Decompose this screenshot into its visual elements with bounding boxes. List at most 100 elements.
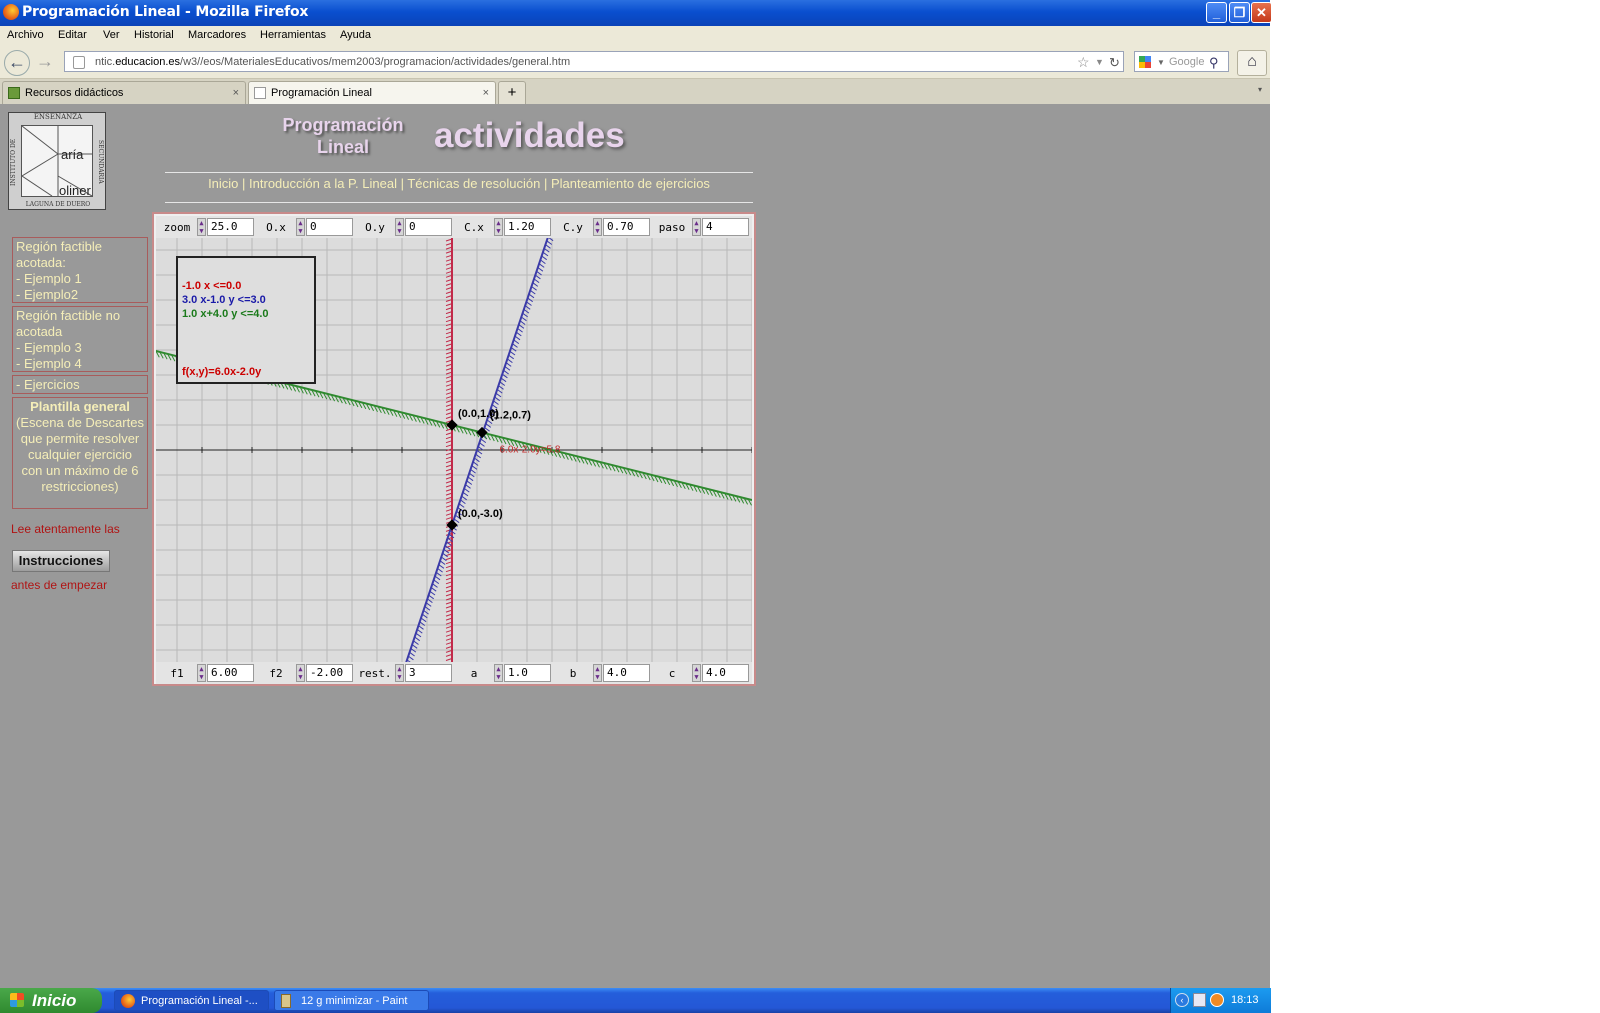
sidebar-item-ejemplo-4[interactable]: - Ejemplo 4 bbox=[16, 356, 144, 372]
nav-link-tecnicas[interactable]: Técnicas de resolución bbox=[407, 176, 540, 191]
sidebar-item-ejemplo-3[interactable]: - Ejemplo 3 bbox=[16, 340, 144, 356]
spinner-arrows-icon[interactable]: ▲ ▼ bbox=[395, 664, 404, 682]
control-c[interactable]: c ▲ ▼ 4.0 bbox=[651, 664, 749, 682]
sidebar-item-ejemplo-1[interactable]: - Ejemplo 1 bbox=[16, 271, 144, 287]
spinner-arrows-icon[interactable]: ▲ ▼ bbox=[197, 218, 206, 236]
tab-close-icon[interactable]: × bbox=[483, 82, 489, 104]
control-label: a bbox=[470, 667, 478, 680]
spinner-arrows-icon[interactable]: ▲ ▼ bbox=[494, 218, 503, 236]
paint-icon bbox=[281, 994, 291, 1008]
control-a[interactable]: a ▲ ▼ 1.0 bbox=[453, 664, 551, 682]
new-tab-plus-icon[interactable]: + bbox=[498, 81, 526, 104]
tray-app-icon[interactable] bbox=[1210, 993, 1224, 1007]
instructions-button[interactable]: Instrucciones bbox=[12, 550, 110, 572]
control-value-field[interactable]: 6.00 bbox=[207, 664, 254, 682]
dropdown-arrow-icon[interactable]: ▼ bbox=[1095, 52, 1104, 73]
restore-button[interactable]: ❐ bbox=[1229, 2, 1250, 23]
control-value-field[interactable]: 3 bbox=[405, 664, 452, 682]
control-origin-y[interactable]: O.y ▲ ▼ 0 bbox=[354, 218, 452, 236]
tray-clock: 18:13 bbox=[1231, 994, 1259, 1006]
control-value-field[interactable]: 0.70 bbox=[603, 218, 650, 236]
spinner-arrows-icon[interactable]: ▲ ▼ bbox=[197, 664, 206, 682]
control-value-field[interactable]: -2.00 bbox=[306, 664, 353, 682]
spinner-arrows-icon[interactable]: ▲ ▼ bbox=[593, 664, 602, 682]
control-paso[interactable]: paso ▲ ▼ 4 bbox=[651, 218, 749, 236]
control-f1[interactable]: f1 ▲ ▼ 6.00 bbox=[156, 664, 254, 682]
control-f2[interactable]: f2 ▲ ▼ -2.00 bbox=[255, 664, 353, 682]
tray-expand-chevron-icon[interactable]: ‹ bbox=[1175, 993, 1189, 1007]
nav-link-inicio[interactable]: Inicio bbox=[208, 176, 238, 191]
control-label: f2 bbox=[269, 667, 283, 680]
logo-word-aria: aría bbox=[61, 147, 84, 162]
minimize-button[interactable]: _ bbox=[1206, 2, 1227, 23]
control-c-x[interactable]: C.x ▲ ▼ 1.20 bbox=[453, 218, 551, 236]
close-button[interactable]: ✕ bbox=[1251, 2, 1272, 23]
home-icon[interactable]: ⌂ bbox=[1237, 50, 1267, 76]
spinner-arrows-icon[interactable]: ▲ ▼ bbox=[395, 218, 404, 236]
menu-ver[interactable]: Ver bbox=[103, 29, 120, 41]
menu-ayuda[interactable]: Ayuda bbox=[340, 29, 371, 41]
control-value-field[interactable]: 4.0 bbox=[603, 664, 650, 682]
sidebar-item-ejercicios[interactable]: - Ejercicios bbox=[12, 375, 148, 394]
control-value-field[interactable]: 0 bbox=[405, 218, 452, 236]
control-value-field[interactable]: 25.0 bbox=[207, 218, 254, 236]
control-b[interactable]: b ▲ ▼ 4.0 bbox=[552, 664, 650, 682]
spinner-arrows-icon[interactable]: ▲ ▼ bbox=[296, 218, 305, 236]
vertex-label: (1.2,0.7) bbox=[490, 410, 531, 422]
start-button[interactable]: Inicio bbox=[0, 988, 102, 1013]
bookmark-star-icon[interactable]: ☆ bbox=[1077, 52, 1090, 73]
control-value-field[interactable]: 0 bbox=[306, 218, 353, 236]
search-magnifier-icon[interactable]: ⚲ bbox=[1209, 52, 1219, 73]
page-icon bbox=[73, 56, 85, 69]
reload-icon[interactable]: ↻ bbox=[1109, 52, 1120, 73]
graph-area[interactable]: (0.0,1.0) (1.2,0.7) (0.0,-3.0) 6.0x-2.0y=5.… bbox=[151, 234, 756, 672]
control-value-field[interactable]: 4.0 bbox=[702, 664, 749, 682]
spinner-arrows-icon[interactable]: ▲ ▼ bbox=[692, 218, 701, 236]
control-value-field[interactable]: 1.20 bbox=[504, 218, 551, 236]
address-bar[interactable]: ntic.educacion.es/w3//eos/MaterialesEduc… bbox=[64, 51, 1124, 72]
taskbar-item-paint[interactable]: 12 g minimizar - Paint bbox=[274, 990, 429, 1011]
menu-editar[interactable]: Editar bbox=[58, 29, 87, 41]
spinner-arrows-icon[interactable]: ▲ ▼ bbox=[593, 218, 602, 236]
menu-herramientas[interactable]: Herramientas bbox=[260, 29, 326, 41]
sidebar-item-ejemplo-2[interactable]: - Ejemplo2 bbox=[16, 287, 144, 303]
control-c-y[interactable]: C.y ▲ ▼ 0.70 bbox=[552, 218, 650, 236]
tab-list-chevron-down-icon[interactable]: ▾ bbox=[1258, 85, 1262, 94]
back-arrow-icon[interactable]: ← bbox=[4, 50, 30, 76]
address-url: ntic.educacion.es/w3//eos/MaterialesEduc… bbox=[95, 56, 571, 68]
tab-recursos-didacticos[interactable]: Recursos didácticos × bbox=[2, 81, 246, 104]
nav-link-introduccion[interactable]: Introducción a la P. Lineal bbox=[249, 176, 397, 191]
spinner-arrows-icon[interactable]: ▲ ▼ bbox=[296, 664, 305, 682]
menu-archivo[interactable]: Archivo bbox=[7, 29, 44, 41]
restrictions-info-box: -1.0 x <=0.0 3.0 x-1.0 y <=3.0 1.0 x+4.0… bbox=[176, 256, 316, 384]
header-subtitle-line1: Programación bbox=[282, 115, 404, 135]
descartes-applet: zoom ▲ ▼ 25.0 O.x ▲ ▼ 0 O.y ▲ ▼ 0 C.x ▲ ▼ bbox=[151, 212, 756, 686]
tab-close-icon[interactable]: × bbox=[233, 82, 239, 104]
control-value-field[interactable]: 4 bbox=[702, 218, 749, 236]
control-origin-x[interactable]: O.x ▲ ▼ 0 bbox=[255, 218, 353, 236]
search-engine-dropdown-icon[interactable]: ▼ bbox=[1157, 52, 1165, 73]
control-zoom[interactable]: zoom ▲ ▼ 25.0 bbox=[156, 218, 254, 236]
control-restricciones[interactable]: rest. ▲ ▼ 3 bbox=[354, 664, 452, 682]
taskbar-item-label: Programación Lineal -... bbox=[141, 995, 258, 1007]
spinner-arrows-icon[interactable]: ▲ ▼ bbox=[494, 664, 503, 682]
window-title-bar[interactable]: Programación Lineal - Mozilla Firefox _ … bbox=[0, 0, 1272, 26]
sidebar-item-plantilla-general[interactable]: Plantilla general (Escena de Descartes q… bbox=[12, 397, 148, 509]
menu-historial[interactable]: Historial bbox=[134, 29, 174, 41]
nav-separator: | bbox=[242, 176, 250, 191]
header-subtitle: Programación Lineal bbox=[268, 114, 418, 158]
menu-marcadores[interactable]: Marcadores bbox=[188, 29, 246, 41]
sidebar-plantilla-description: (Escena de Descartes que permite resolve… bbox=[16, 415, 144, 494]
control-label: paso bbox=[658, 221, 686, 234]
tray-printer-icon[interactable] bbox=[1193, 993, 1206, 1007]
forward-arrow-icon[interactable]: → bbox=[32, 50, 58, 74]
search-bar[interactable]: ▼ Google ⚲ bbox=[1134, 51, 1229, 72]
nav-link-planteamiento[interactable]: Planteamiento de ejercicios bbox=[551, 176, 710, 191]
sidebar-group-acotada: Región factible acotada: - Ejemplo 1 - E… bbox=[12, 237, 148, 303]
control-value-field[interactable]: 1.0 bbox=[504, 664, 551, 682]
spinner-arrows-icon[interactable]: ▲ ▼ bbox=[692, 664, 701, 682]
tab-programacion-lineal[interactable]: Programación Lineal × bbox=[248, 81, 496, 105]
page-title: actividades bbox=[434, 116, 625, 155]
taskbar-item-firefox[interactable]: Programación Lineal -... bbox=[114, 990, 269, 1011]
sidebar-group-title: Región factible no acotada bbox=[16, 308, 121, 339]
